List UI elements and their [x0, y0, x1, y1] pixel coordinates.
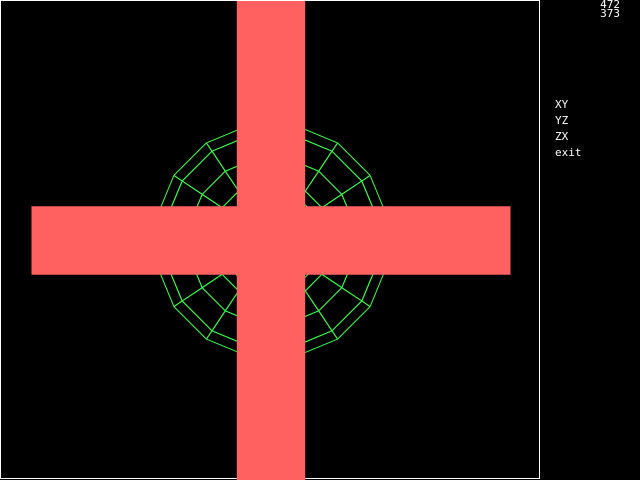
wireframe-viewport[interactable]: [0, 0, 540, 480]
menu-item-exit[interactable]: exit: [555, 146, 582, 162]
cursor-y-readout: 373: [600, 7, 620, 20]
side-panel: 472 373 XY YZ ZX exit: [541, 0, 640, 480]
menu-item-xy[interactable]: XY: [555, 98, 582, 114]
crosshair-cursor-icon: [31, 1, 511, 480]
menu-item-yz[interactable]: YZ: [555, 114, 582, 130]
view-menu: XY YZ ZX exit: [555, 98, 582, 162]
menu-item-zx[interactable]: ZX: [555, 130, 582, 146]
